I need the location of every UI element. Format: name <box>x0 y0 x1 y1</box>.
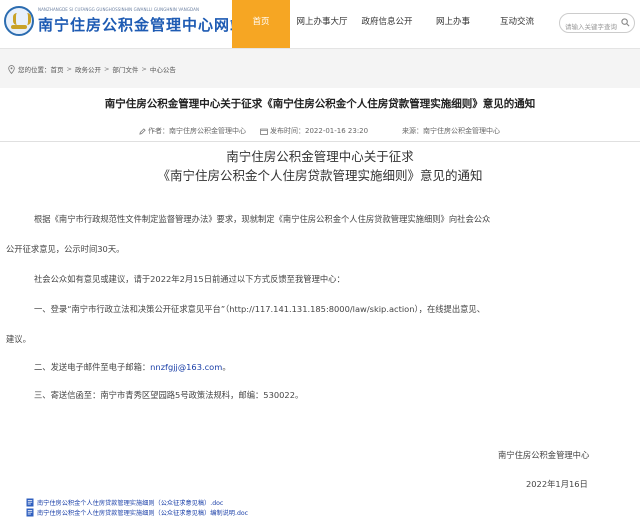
article-title: 南宁住房公积金管理中心关于征求《南宁住房公积金个人住房贷款管理实施细则》意见的通… <box>104 98 536 110</box>
location-icon <box>8 64 15 74</box>
word-doc-icon <box>26 508 34 517</box>
email-link[interactable]: nnzfgjj@163.com <box>150 362 222 372</box>
logo-title: 南宁住房公积金管理中心网站 <box>38 16 247 34</box>
site-header: NANZHANGDE SI CUFANGG GUNGHOSSINHIN GWAN… <box>0 0 640 48</box>
nav-interaction[interactable]: 互动交流 <box>486 0 548 48</box>
calendar-icon <box>260 128 268 135</box>
paragraph-4: 二、发送电子邮件至电子邮箱：nnzfgjj@163.com。 <box>34 362 231 372</box>
breadcrumb-notices[interactable]: 中心公告 <box>150 64 176 74</box>
meta-author: 作者：南宁住房公积金管理中心 <box>139 126 246 136</box>
nav-gov-info[interactable]: 政府信息公开 <box>354 0 420 48</box>
article-meta: 作者：南宁住房公积金管理中心 发布时间：2022-01-16 23:20 来源：… <box>0 118 640 142</box>
meta-source: 来源：南宁住房公积金管理中心 <box>402 127 500 135</box>
breadcrumb-separator: > <box>103 65 110 73</box>
emblem-icon <box>4 6 34 36</box>
paragraph-1-line-1: 根据《南宁市行政规范性文件制定监督管理办法》要求，现就制定《南宁住房公积金个人住… <box>34 214 491 224</box>
search-box <box>559 13 635 36</box>
nav-home[interactable]: 首页 <box>232 0 290 48</box>
paragraph-3-line-1: 一、登录“南宁市行政立法和决策公开征求意见平台”（http://117.141.… <box>34 304 486 314</box>
paragraph-2: 社会公众如有意见或建议，请于2022年2月15日前通过以下方式反馈至我管理中心： <box>34 274 345 284</box>
doc-title-line-2: 《南宁住房公积金个人住房贷款管理实施细则》意见的通知 <box>157 168 483 183</box>
meta-publish-time: 发布时间：2022-01-16 23:20 <box>260 126 368 136</box>
doc-title-line-1: 南宁住房公积金管理中心关于征求 <box>226 149 414 164</box>
logo-pinyin: NANZHANGDE SI CUFANGG GUNGHOSSINHIN GWAN… <box>38 7 200 12</box>
breadcrumb-gov-affairs[interactable]: 政务公开 <box>75 64 101 74</box>
breadcrumb-separator: > <box>141 65 147 73</box>
paragraph-1-line-2: 公开征求意见，公示时间30天。 <box>6 244 125 254</box>
breadcrumb-prefix: 您的位置： <box>18 66 51 74</box>
signature-org: 南宁住房公积金管理中心 <box>498 450 590 460</box>
nav-online-service[interactable]: 网上办事 <box>420 0 486 48</box>
breadcrumb: 您的位置： 首页 > 政务公开 > 部门文件 > 中心公告 <box>8 64 176 74</box>
attachment-link[interactable]: 南宁住房公积金个人住房贷款管理实施细则（公众征求意见稿）.doc <box>26 498 223 507</box>
nav-online-hall[interactable]: 网上办事大厅 <box>290 0 354 48</box>
word-doc-icon <box>26 498 34 507</box>
pencil-icon <box>139 127 146 135</box>
paragraph-5: 三、寄送信函至：南宁市青秀区望园路5号政策法规科，邮编：530022。 <box>34 390 304 400</box>
breadcrumb-dept-files[interactable]: 部门文件 <box>112 64 138 74</box>
signature-date: 2022年1月16日 <box>526 479 588 489</box>
search-icon[interactable] <box>621 18 630 27</box>
search-input[interactable] <box>565 18 623 36</box>
attachment-link[interactable]: 南宁住房公积金个人住房贷款管理实施细则（公众征求意见稿）编制说明.doc <box>26 508 248 517</box>
site-logo[interactable]: NANZHANGDE SI CUFANGG GUNGHOSSINHIN GWAN… <box>4 6 246 36</box>
breadcrumb-home[interactable]: 首页 <box>51 64 64 74</box>
breadcrumb-separator: > <box>66 65 72 73</box>
main-nav: 首页 网上办事大厅 政府信息公开 网上办事 互动交流 <box>232 0 548 48</box>
paragraph-3-line-2: 建议。 <box>6 334 31 344</box>
